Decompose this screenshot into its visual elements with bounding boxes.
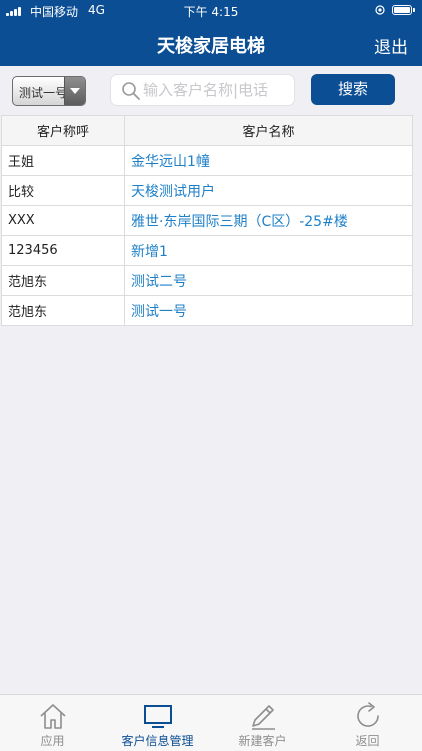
app-header: 中国移动 4G 下午 4:15 天梭家居电梯 退出 <box>0 0 422 66</box>
pencil-icon <box>252 705 275 730</box>
monitor-icon <box>144 705 172 728</box>
customer-name-link[interactable]: 雅世·东岸国际三期（C区）-25#楼 <box>124 205 413 236</box>
customer-table: 客户称呼 客户名称 王姐 金华远山1幢 比较 天梭测试用户 XXX 雅世·东岸国… <box>1 115 413 326</box>
tab-apps[interactable]: 应用 <box>0 695 105 751</box>
customer-name-link[interactable]: 金华远山1幢 <box>124 145 413 176</box>
table-row[interactable]: 比较 天梭测试用户 <box>1 175 413 206</box>
search-input[interactable] <box>143 80 291 100</box>
customer-call: 范旭东 <box>1 265 125 296</box>
table-row[interactable]: 范旭东 测试二号 <box>1 265 413 296</box>
tab-new-customer[interactable]: 新建客户 <box>210 695 315 751</box>
battery-icon <box>392 5 412 15</box>
filter-select[interactable]: 测试一号 <box>12 76 86 106</box>
home-icon <box>40 704 66 729</box>
customer-call: 王姐 <box>1 145 125 176</box>
tab-back-label: 返回 <box>355 734 380 748</box>
search-bar: 测试一号 搜索 <box>0 66 422 114</box>
customer-name-link[interactable]: 测试一号 <box>124 295 413 326</box>
refresh-icon <box>357 702 379 727</box>
logout-button[interactable]: 退出 <box>374 33 408 58</box>
rotation-lock-icon <box>375 5 385 15</box>
search-button[interactable]: 搜索 <box>311 74 395 105</box>
customer-call: 比较 <box>1 175 125 206</box>
search-icon <box>122 82 140 100</box>
customer-name-link[interactable]: 测试二号 <box>124 265 413 296</box>
customer-call: 123456 <box>1 235 125 266</box>
tab-new-customer-label: 新建客户 <box>238 734 287 748</box>
table-row[interactable]: 123456 新增1 <box>1 235 413 266</box>
customer-name-link[interactable]: 新增1 <box>124 235 413 266</box>
tab-customer-info-label: 客户信息管理 <box>121 734 194 748</box>
chevron-down-icon[interactable] <box>64 77 85 105</box>
tab-customer-info[interactable]: 客户信息管理 <box>105 695 210 751</box>
search-field[interactable] <box>110 74 295 106</box>
table-header-row: 客户称呼 客户名称 <box>1 115 413 146</box>
tab-apps-label: 应用 <box>40 734 65 748</box>
column-header-name: 客户名称 <box>124 115 413 146</box>
table-row[interactable]: 王姐 金华远山1幢 <box>1 145 413 176</box>
tab-bar: 应用 客户信息管理 新建客户 返回 <box>0 694 422 751</box>
table-row[interactable]: XXX 雅世·东岸国际三期（C区）-25#楼 <box>1 205 413 236</box>
customer-call: XXX <box>1 205 125 236</box>
customer-name-link[interactable]: 天梭测试用户 <box>124 175 413 206</box>
clock: 下午 4:15 <box>183 5 239 19</box>
status-bar: 中国移动 4G 下午 4:15 <box>0 0 422 22</box>
customer-call: 范旭东 <box>1 295 125 326</box>
page-title: 天梭家居电梯 <box>157 36 265 57</box>
filter-select-value: 测试一号 <box>19 86 67 100</box>
table-row[interactable]: 范旭东 测试一号 <box>1 295 413 326</box>
column-header-call: 客户称呼 <box>1 115 125 146</box>
tab-back[interactable]: 返回 <box>315 695 420 751</box>
